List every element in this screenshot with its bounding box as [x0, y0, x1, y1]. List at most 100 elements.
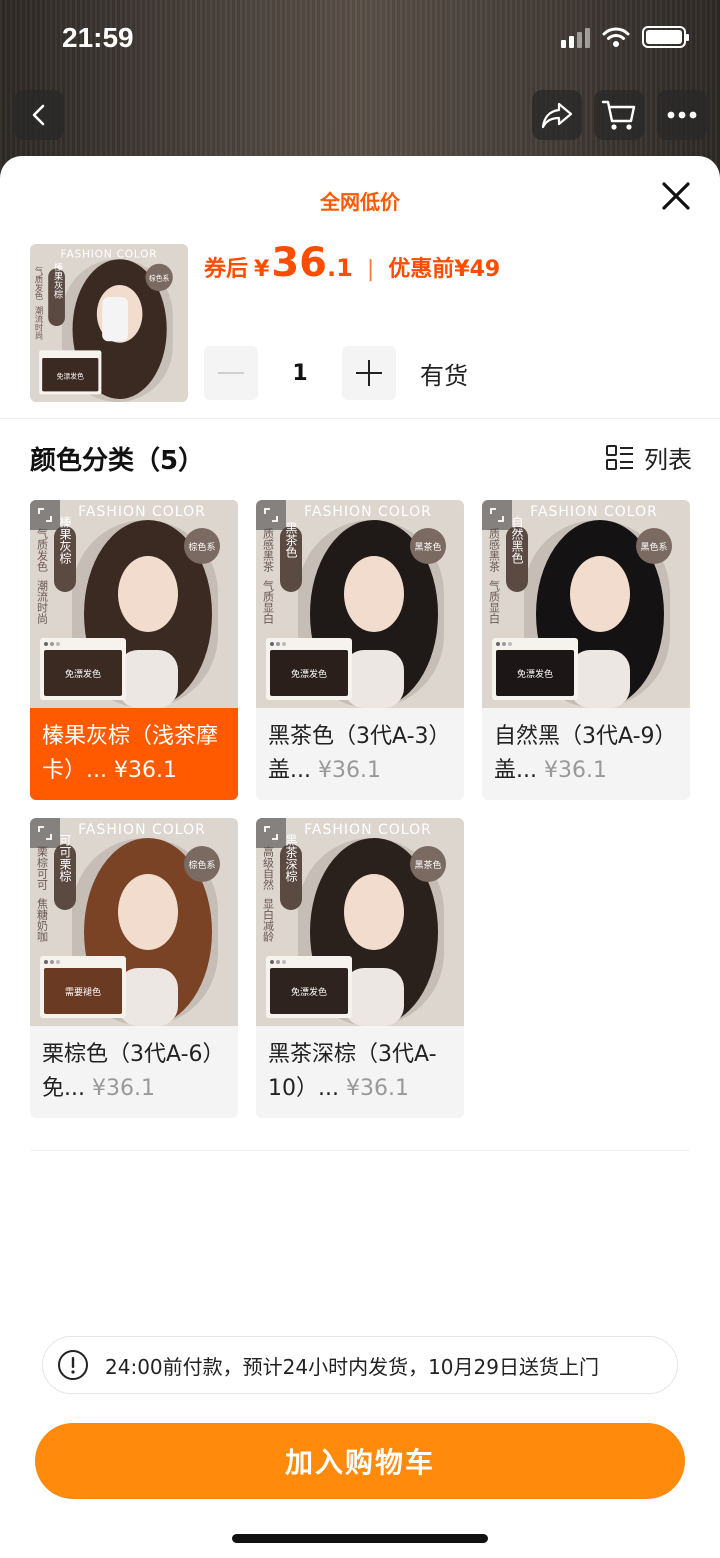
- slogan1-text: 栗棕可可: [36, 846, 49, 890]
- increase-button[interactable]: [342, 346, 396, 400]
- system-text: 棕色系: [188, 859, 215, 871]
- expand-icon[interactable]: [256, 500, 286, 530]
- slogan2-text: 焦糖奶咖: [36, 898, 49, 943]
- cart-icon: [601, 100, 636, 130]
- thumb-brand-text: FASHION COLOR: [61, 248, 158, 261]
- thumb-swatch-text: 免漂发色: [57, 371, 84, 380]
- cellular-signal-icon: [561, 26, 590, 48]
- slogan1-text: 高级自然: [262, 845, 275, 891]
- brand-text: FASHION COLOR: [78, 822, 206, 838]
- delivery-notice: 24:00前付款，预计24小时内发货，10月29日送货上门: [42, 1336, 678, 1394]
- variant-caption: 黑茶色（3代A-3）盖... ¥36.1: [256, 708, 464, 800]
- share-icon: [541, 102, 573, 129]
- variant-image: FASHION COLOR 免漂发色 榛果灰棕 气质发色 潮流时尚 棕色系: [30, 500, 238, 708]
- status-time: 21:59: [62, 22, 134, 53]
- expand-icon[interactable]: [256, 818, 286, 848]
- swatch-text: 免漂发色: [517, 668, 553, 680]
- variant-card[interactable]: FASHION COLOR 免漂发色 黑茶色 质感黑茶 气质显白 黑茶色 黑茶色（3代A-3…: [256, 500, 464, 800]
- variant-price: ¥36.1: [113, 758, 177, 783]
- variant-caption: 黑茶深棕（3代A-10）... ¥36.1: [256, 1026, 464, 1118]
- product-thumbnail-image: FASHION COLOR 免漂发色 榛果灰棕 气质发色 潮流时尚 棕色系: [30, 244, 188, 402]
- price-row: 券后 ¥ 36 .1 | 优惠前 ¥49: [204, 240, 500, 286]
- list-view-toggle[interactable]: 列表: [606, 440, 692, 475]
- variant-image: FASHION COLOR 免漂发色 黑茶色 质感黑茶 气质显白 黑茶色: [256, 500, 464, 708]
- delivery-notice-text: 24:00前付款，预计24小时内发货，10月29日送货上门: [105, 1354, 599, 1379]
- brand-text: FASHION COLOR: [530, 504, 658, 520]
- slogan2-text: 潮流时尚: [36, 579, 49, 625]
- variant-price: ¥36.1: [543, 758, 607, 783]
- variant-image: FASHION COLOR 免漂发色 黑茶深棕 高级自然 显白减龄 黑茶色: [256, 818, 464, 1026]
- close-icon: [662, 182, 690, 210]
- more-icon: [667, 111, 697, 119]
- thumb-slogan1-text: 气质发色: [34, 266, 44, 300]
- list-view-label: 列表: [644, 446, 692, 474]
- back-button[interactable]: [14, 90, 64, 140]
- variant-image: FASHION COLOR 需要褪色 可可栗棕 栗棕可可焦糖奶咖 棕色系: [30, 818, 238, 1026]
- brand-text: FASHION COLOR: [304, 504, 432, 520]
- expand-icon[interactable]: [30, 500, 60, 530]
- variant-price: ¥36.1: [317, 758, 381, 783]
- exclamation-icon: [58, 1350, 88, 1380]
- cart-button[interactable]: [594, 90, 644, 140]
- swatch-text: 免漂发色: [291, 668, 327, 680]
- more-button[interactable]: [657, 90, 707, 140]
- before-discount-label: 优惠前: [388, 257, 455, 282]
- variant-caption: 栗棕色（3代A-6）免... ¥36.1: [30, 1026, 238, 1118]
- currency-symbol: ¥: [254, 257, 270, 282]
- plus-icon: [356, 360, 382, 386]
- variant-card[interactable]: FASHION COLOR 免漂发色 自然黑色 质感黑茶气质显白 黑色系自然黑（3代A-…: [482, 500, 690, 800]
- after-coupon-price-dec: .1: [327, 254, 353, 282]
- color-category-title: 颜色分类（5）: [30, 446, 205, 476]
- close-button[interactable]: [658, 178, 694, 214]
- variant-card[interactable]: FASHION COLOR 免漂发色 黑茶深棕 高级自然 显白减龄 黑茶色 黑茶深棕（3代A…: [256, 818, 464, 1118]
- swatch-text: 免漂发色: [291, 986, 327, 998]
- promo-title: 全网低价: [320, 190, 400, 214]
- home-indicator[interactable]: [232, 1534, 488, 1543]
- divider: [30, 1150, 690, 1151]
- tag-text: 黑茶深棕: [284, 834, 298, 882]
- slogan1-text: 质感黑茶: [262, 528, 275, 572]
- thumb-system-text: 棕色系: [149, 273, 170, 282]
- stock-status: 有货: [420, 361, 468, 390]
- variant-price: ¥36.1: [345, 1076, 409, 1101]
- variant-caption: 榛果灰棕（浅茶摩卡）... ¥36.1: [30, 708, 238, 800]
- swatch-text: 免漂发色: [65, 668, 101, 680]
- divider: [0, 418, 720, 419]
- slogan1-text: 质感黑茶: [488, 528, 501, 572]
- minus-icon: [218, 372, 244, 374]
- add-to-cart-button[interactable]: 加入购物车: [35, 1423, 685, 1499]
- expand-icon[interactable]: [482, 500, 512, 530]
- before-discount-price: ¥49: [454, 257, 501, 282]
- system-text: 黑茶色: [414, 859, 441, 871]
- variant-card[interactable]: FASHION COLOR 免漂发色 榛果灰棕 气质发色 潮流时尚 棕色系 榛果灰棕（浅茶摩…: [30, 500, 238, 800]
- tag-text: 可可栗棕: [58, 834, 72, 882]
- decrease-button[interactable]: [204, 346, 258, 400]
- share-button[interactable]: [532, 90, 582, 140]
- system-text: 黑色系: [640, 541, 667, 553]
- status-bar: 21:59: [0, 0, 720, 80]
- chevron-left-icon: [32, 104, 45, 126]
- after-coupon-price-int: 36: [271, 240, 327, 286]
- variant-card[interactable]: FASHION COLOR 需要褪色 可可栗棕 栗棕可可焦糖奶咖 棕色系栗棕色（3代A-…: [30, 818, 238, 1118]
- price-separator: |: [366, 257, 375, 282]
- thumb-name-text: 榛果灰棕: [52, 261, 64, 299]
- slogan2-text: 气质显白: [262, 579, 275, 624]
- product-thumbnail[interactable]: FASHION COLOR 免漂发色 榛果灰棕 气质发色 潮流时尚 棕色系: [30, 244, 188, 402]
- tag-text: 榛果灰棕: [58, 516, 72, 564]
- variant-caption: 自然黑（3代A-9）盖... ¥36.1: [482, 708, 690, 800]
- status-icons: [561, 26, 689, 48]
- after-coupon-label: 券后: [204, 257, 249, 282]
- battery-icon: [642, 26, 689, 48]
- quantity-value[interactable]: 1: [258, 361, 342, 386]
- thumb-slogan2-text: 潮流时尚: [34, 306, 44, 341]
- system-text: 棕色系: [188, 541, 215, 553]
- sku-selection-sheet: 全网低价 FASHION COLOR 免漂发色 榛果灰棕 气质发色 潮流时尚 棕…: [0, 156, 720, 1558]
- wifi-icon: [602, 27, 630, 47]
- tag-text: 自然黑色: [510, 516, 524, 564]
- expand-icon[interactable]: [30, 818, 60, 848]
- slogan2-text: 气质显白: [488, 579, 501, 624]
- slogan2-text: 显白减龄: [262, 898, 275, 942]
- list-view-icon: [606, 444, 633, 470]
- system-text: 黑茶色: [414, 541, 441, 553]
- swatch-text: 需要褪色: [65, 986, 101, 998]
